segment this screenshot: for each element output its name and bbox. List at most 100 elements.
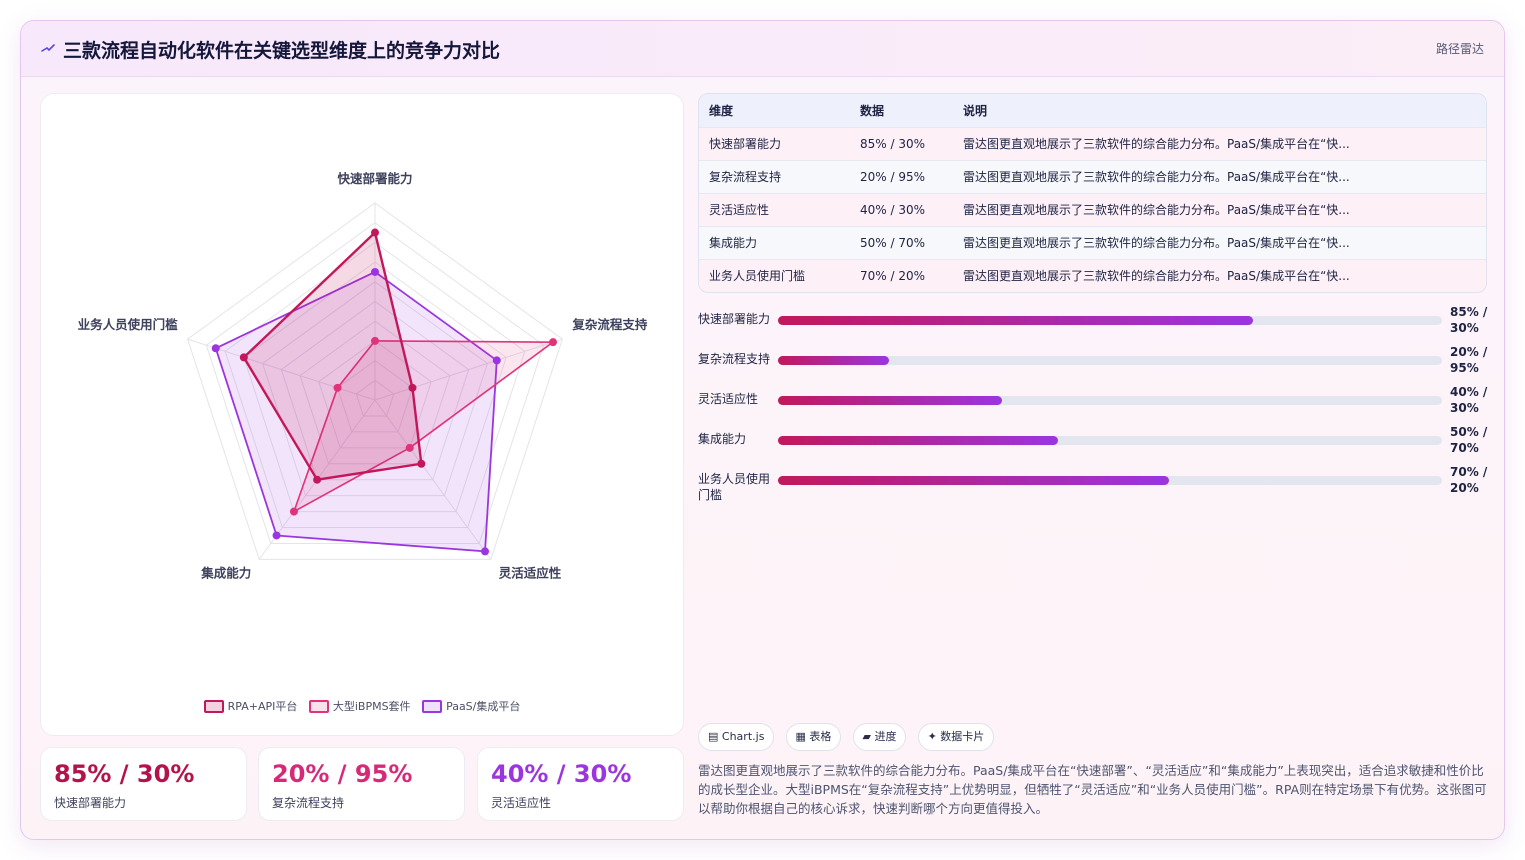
progress-label: 灵活适应性 bbox=[698, 392, 759, 406]
data-point bbox=[371, 336, 379, 345]
progress-track bbox=[778, 316, 1442, 325]
stat-value: 20% / 95% bbox=[272, 760, 413, 788]
progress-fill bbox=[778, 396, 1002, 405]
progress-fill bbox=[778, 476, 1170, 485]
summary-text: 雷达图更直观地展示了三款软件的综合能力分布。PaaS/集成平台在“快速部署”、“… bbox=[698, 763, 1487, 816]
cell-description: 雷达图更直观地展示了三款软件的综合能力分布。PaaS/集成平台在“快... bbox=[963, 170, 1350, 184]
cell-description: 雷达图更直观地展示了三款软件的综合能力分布。PaaS/集成平台在“快... bbox=[963, 236, 1350, 250]
progress-row: 集成能力 50% / 70% bbox=[698, 425, 1488, 461]
progress-value: 40% / 30% bbox=[1450, 385, 1488, 415]
progress-track bbox=[778, 356, 1442, 365]
header: 三款流程自动化软件在关键选型维度上的竞争力对比 路径雷达 bbox=[21, 21, 1504, 77]
legend-item-paas[interactable]: PaaS/集成平台 bbox=[422, 698, 520, 714]
axis-label: 业务人员使用门槛 bbox=[78, 317, 179, 332]
legend-swatch-paas bbox=[422, 700, 443, 713]
table-icon: ▦ bbox=[795, 730, 806, 743]
progress-fill bbox=[778, 356, 889, 365]
cell-description: 雷达图更直观地展示了三款软件的综合能力分布。PaaS/集成平台在“快... bbox=[963, 203, 1350, 217]
data-table: 维度 数据 说明 快速部署能力 85% / 30% 雷达图更直观地展示了三款软件… bbox=[698, 93, 1487, 293]
axis-label: 快速部署能力 bbox=[337, 171, 412, 186]
stat-label: 快速部署能力 bbox=[54, 796, 127, 810]
radar-panel: 快速部署能力 复杂流程支持 灵活适应性 集成能力 业务人员使用门槛 RPA+API平台 … bbox=[40, 93, 684, 736]
data-point bbox=[405, 443, 414, 452]
progress-row: 复杂流程支持 20% / 95% bbox=[698, 345, 1488, 381]
data-point bbox=[548, 338, 557, 347]
table-row[interactable]: 快速部署能力 85% / 30% 雷达图更直观地展示了三款软件的综合能力分布。P… bbox=[699, 127, 1486, 160]
progress-value: 50% / 70% bbox=[1450, 425, 1488, 455]
progress-row: 灵活适应性 40% / 30% bbox=[698, 385, 1488, 421]
cell-dimension: 灵活适应性 bbox=[709, 203, 770, 217]
chart-legend: RPA+API平台 大型iBPMS套件 PaaS/集成平台 bbox=[41, 698, 683, 714]
progress-track bbox=[778, 436, 1442, 445]
radar-chart: 快速部署能力复杂流程支持灵活适应性 集成能力 业务人员使用门槛 bbox=[78, 171, 648, 580]
progress-row: 快速部署能力 85% / 30% bbox=[698, 305, 1487, 341]
progress-icon: ▰ bbox=[862, 730, 871, 743]
progress-value: 20% / 95% bbox=[1450, 345, 1488, 375]
progress-label: 业务人员使用门槛 bbox=[698, 472, 771, 502]
legend-item-rpa[interactable]: RPA+API平台 bbox=[203, 698, 298, 714]
table-row[interactable]: 灵活适应性 40% / 30% 雷达图更直观地展示了三款软件的综合能力分布。Pa… bbox=[699, 193, 1486, 226]
view-tag[interactable]: 路径雷达 bbox=[1436, 40, 1484, 57]
table-row[interactable]: 复杂流程支持 20% / 95% 雷达图更直观地展示了三款软件的综合能力分布。P… bbox=[699, 160, 1486, 193]
page-title: 三款流程自动化软件在关键选型维度上的竞争力对比 bbox=[63, 40, 501, 62]
cell-dimension: 业务人员使用门槛 bbox=[709, 269, 806, 284]
cell-data: 40% / 30% bbox=[860, 202, 926, 217]
cell-data: 20% / 95% bbox=[860, 169, 926, 184]
progress-row: 业务人员使用门槛 70% / 20% bbox=[698, 465, 1488, 502]
chip-chartjs[interactable]: ▤ Chart.js bbox=[698, 723, 775, 751]
chip-label: 数据卡片 bbox=[940, 730, 985, 743]
chip-table[interactable]: ▦ 表格 bbox=[785, 723, 842, 751]
data-point bbox=[211, 344, 220, 353]
data-point bbox=[371, 228, 379, 237]
cell-dimension: 集成能力 bbox=[709, 236, 758, 250]
stat-label: 灵活适应性 bbox=[491, 796, 552, 810]
chip-progress[interactable]: ▰ 进度 bbox=[852, 723, 907, 751]
table-row[interactable]: 业务人员使用门槛 70% / 20% 雷达图更直观地展示了三款软件的综合能力分布… bbox=[699, 259, 1486, 292]
progress-value: 70% / 20% bbox=[1450, 465, 1488, 495]
dashboard-card: 三款流程自动化软件在关键选型维度上的竞争力对比 路径雷达 快速部署能力 复杂流程支… bbox=[20, 20, 1505, 840]
progress-label: 快速部署能力 bbox=[698, 312, 771, 326]
legend-swatch-ibpms bbox=[308, 700, 329, 713]
table-header-row: 维度 数据 说明 bbox=[699, 94, 1486, 127]
cell-data: 70% / 20% bbox=[860, 268, 926, 283]
stat-card: 85% / 30% 快速部署能力 bbox=[40, 747, 247, 821]
axis-label: 集成能力 bbox=[200, 565, 251, 580]
legend-label-paas: PaaS/集成平台 bbox=[446, 700, 521, 713]
cell-data: 50% / 70% bbox=[860, 235, 926, 250]
stat-card: 20% / 95% 复杂流程支持 bbox=[258, 747, 465, 821]
legend-item-ibpms[interactable]: 大型iBPMS套件 bbox=[308, 698, 411, 714]
stat-value: 40% / 30% bbox=[491, 760, 632, 788]
progress-fill bbox=[778, 316, 1254, 325]
data-point bbox=[313, 475, 322, 484]
chip-label: 表格 bbox=[809, 730, 832, 743]
data-point bbox=[408, 383, 417, 392]
progress-track bbox=[778, 476, 1442, 485]
column-header[interactable]: 说明 bbox=[953, 94, 1486, 127]
data-point bbox=[492, 356, 501, 365]
chart-icon: ▤ bbox=[708, 730, 719, 743]
data-point bbox=[417, 459, 426, 468]
data-point bbox=[371, 267, 379, 276]
chip-data-cards[interactable]: ✦ 数据卡片 bbox=[917, 723, 995, 751]
data-point bbox=[333, 383, 342, 392]
cell-description: 雷达图更直观地展示了三款软件的综合能力分布。PaaS/集成平台在“快... bbox=[963, 137, 1350, 151]
progress-label: 集成能力 bbox=[698, 432, 747, 446]
sparkle-icon: ✦ bbox=[927, 730, 937, 743]
chip-label: Chart.js bbox=[721, 730, 765, 743]
progress-track bbox=[778, 396, 1442, 405]
legend-label-ibpms: 大型iBPMS套件 bbox=[332, 700, 411, 713]
table-row[interactable]: 集成能力 50% / 70% 雷达图更直观地展示了三款软件的综合能力分布。Paa… bbox=[699, 226, 1486, 259]
data-point bbox=[239, 353, 248, 362]
stat-label: 复杂流程支持 bbox=[272, 796, 345, 810]
data-point bbox=[272, 531, 281, 540]
data-point bbox=[481, 547, 490, 556]
column-header[interactable]: 数据 bbox=[850, 94, 953, 127]
view-chips: ▤ Chart.js ▦ 表格 ▰ 进度 ✦ 数据卡片 bbox=[698, 723, 1000, 751]
data-point bbox=[289, 507, 298, 516]
progress-label: 复杂流程支持 bbox=[698, 352, 771, 366]
progress-fill bbox=[778, 436, 1058, 445]
cell-data: 85% / 30% bbox=[860, 136, 926, 151]
legend-label-rpa: RPA+API平台 bbox=[227, 700, 298, 713]
route-icon bbox=[41, 44, 55, 52]
column-header[interactable]: 维度 bbox=[699, 94, 850, 127]
